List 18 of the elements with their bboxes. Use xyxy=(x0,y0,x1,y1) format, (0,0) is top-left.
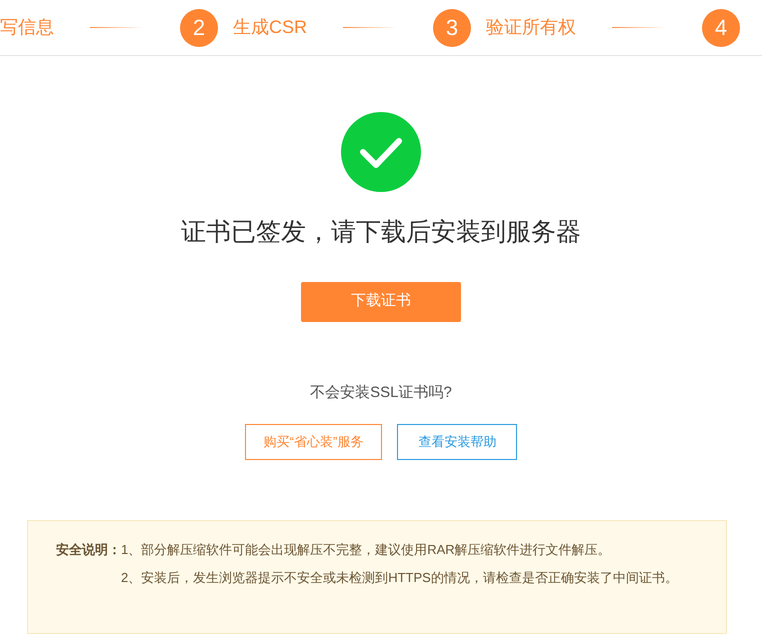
success-check-icon xyxy=(341,112,421,192)
step-connector xyxy=(343,27,398,28)
step-number: 4 xyxy=(702,8,740,46)
notice-text: 2、安装后，发生浏览器提示不安全或未检测到HTTPS的情况，请检查是否正确安装了中间证书。 xyxy=(121,569,679,587)
step-label: 写信息 xyxy=(0,16,54,39)
notice-text: 1、部分解压缩软件可能会出现解压不完整，建议使用RAR解压缩软件进行文件解压。 xyxy=(121,541,612,559)
step-connector xyxy=(612,27,666,28)
help-button[interactable]: 购买“省心装”服务 xyxy=(244,424,382,460)
download-button[interactable]: 下载证书 xyxy=(301,282,461,322)
step-number: 3 xyxy=(433,8,472,46)
step-label: 验证所有权 xyxy=(486,16,576,39)
help-button[interactable]: 查看安装帮助 xyxy=(397,424,518,460)
step-connector xyxy=(90,27,144,28)
step-number: 2 xyxy=(180,8,218,46)
help-question: 不会安装SSL证书吗? xyxy=(310,382,452,402)
result-title: 证书已签发，请下载后安装到服务器 xyxy=(181,217,581,248)
step-label: 生成CSR xyxy=(233,16,308,39)
notice-heading: 安全说明： xyxy=(56,541,121,559)
